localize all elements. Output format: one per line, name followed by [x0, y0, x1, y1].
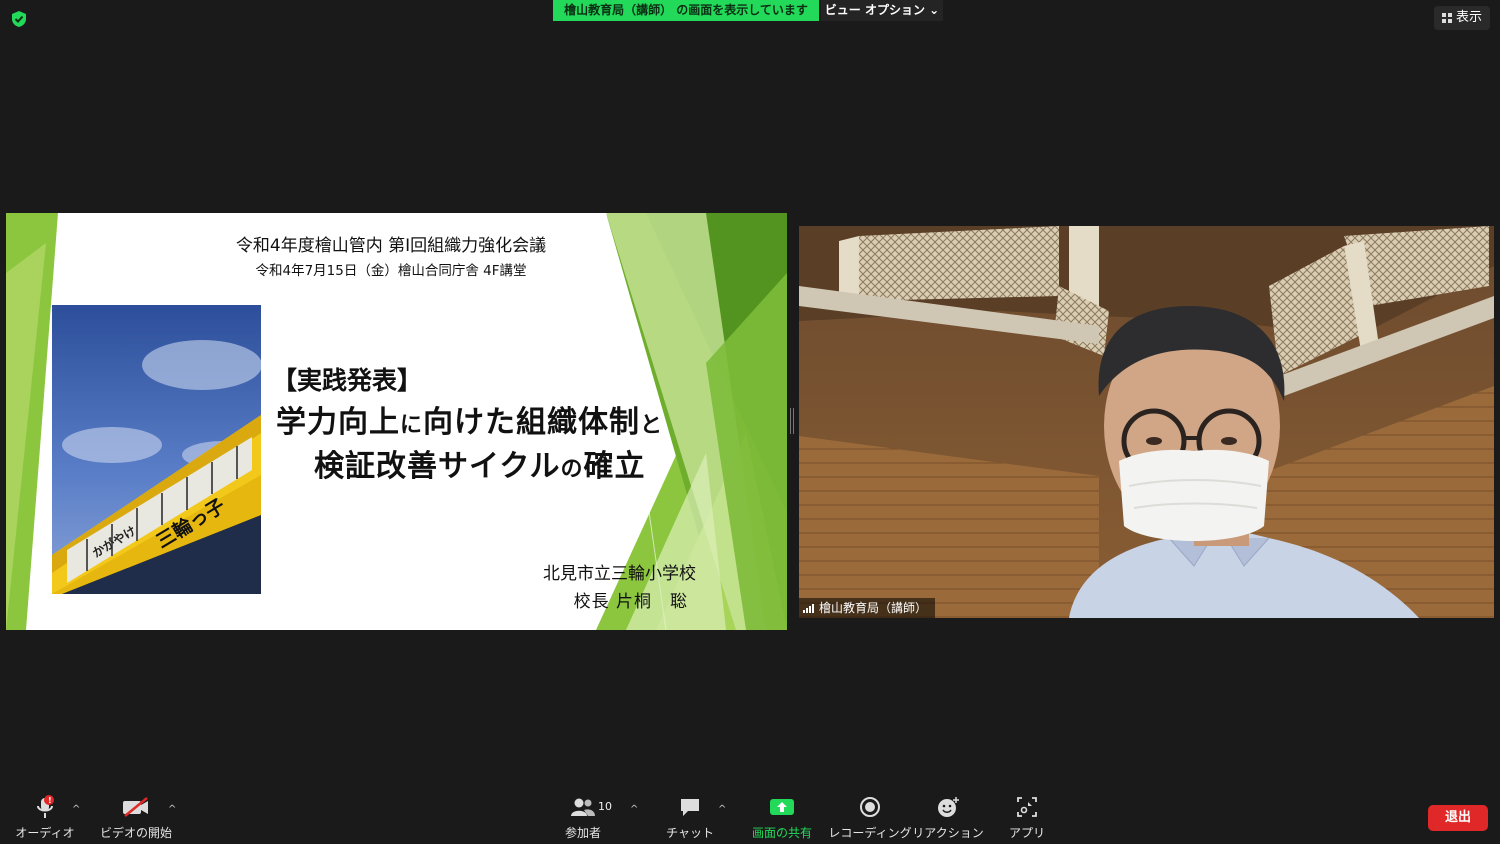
school-building-photo: かがやけ 三輪っ子 — [52, 305, 261, 594]
split-view-handle[interactable] — [790, 408, 795, 434]
start-video-button[interactable]: ビデオの開始 — [100, 792, 173, 844]
chat-label: チャット — [666, 826, 714, 840]
share-screen-button[interactable]: 画面の共有 — [750, 792, 814, 844]
view-options-button[interactable]: ビュー オプション ⌄ — [821, 0, 943, 21]
display-button-label: 表示 — [1455, 10, 1482, 25]
apps-button[interactable]: アプリ — [1009, 792, 1046, 844]
slide-header-line1: 令和4年度檜山管内 第Ⅰ回組織力強化会議 — [235, 236, 547, 256]
chat-icon — [678, 792, 702, 822]
apps-icon — [1016, 792, 1038, 822]
video-frame — [799, 226, 1494, 618]
slide-tag: 【実践発表】 — [272, 366, 423, 395]
share-screen-icon — [769, 792, 795, 822]
reaction-smiley-icon — [936, 792, 960, 822]
participant-name-tag: 檜山教育局（講師） — [799, 598, 936, 618]
slide-title-line2: 検証改善サイクルの確立 — [314, 449, 646, 484]
chat-options-caret[interactable]: ^ — [718, 804, 726, 815]
record-label: レコーディング — [828, 826, 912, 840]
participant-video: 檜山教育局（講師） — [799, 226, 1494, 618]
participant-name: 檜山教育局（講師） — [819, 601, 928, 615]
slide-title-line1: 学力向上に向けた組織体制と — [276, 405, 664, 440]
shared-slide: 令和4年度檜山管内 第Ⅰ回組織力強化会議 令和4年7月15日（金）檜山合同庁舎 … — [6, 213, 787, 630]
participants-label: 参加者 — [564, 826, 601, 840]
microphone-icon — [33, 792, 57, 822]
audio-badge: ! — [48, 796, 52, 805]
signal-strength-icon — [803, 603, 814, 613]
record-button[interactable]: レコーディング — [828, 792, 912, 844]
grid-icon — [1441, 13, 1452, 23]
audio-label: オーディオ — [15, 826, 75, 840]
slide-principal-name: 校長 片桐 聡 — [573, 592, 688, 612]
leave-meeting-button[interactable]: 退出 — [1428, 805, 1488, 831]
participants-count: 10 — [598, 800, 612, 813]
slide-school-name: 北見市立三輪小学校 — [543, 564, 696, 584]
reaction-label: リアクション — [912, 826, 984, 840]
meeting-toolbar: ! オーディオ ^ ビデオの開始 ^ 参加者 10 ^ チャット ^ 画面の共有… — [0, 792, 1500, 844]
participants-icon — [570, 792, 596, 822]
share-banner: 檜山教育局（講師） の画面を表示しています — [553, 0, 819, 21]
audio-button[interactable]: ! オーディオ — [15, 792, 75, 844]
participants-options-caret[interactable]: ^ — [630, 804, 638, 815]
video-options-caret[interactable]: ^ — [168, 804, 176, 815]
slide-header-line2: 令和4年7月15日（金）檜山合同庁舎 4F講堂 — [255, 263, 527, 279]
video-off-icon — [121, 792, 151, 822]
encryption-shield-icon[interactable] — [9, 9, 29, 29]
chat-button[interactable]: チャット — [666, 792, 714, 844]
display-button[interactable]: 表示 — [1433, 6, 1490, 30]
record-icon — [859, 792, 881, 822]
share-screen-label: 画面の共有 — [751, 826, 812, 840]
apps-label: アプリ — [1009, 826, 1046, 840]
audio-options-caret[interactable]: ^ — [72, 804, 80, 815]
reaction-button[interactable]: リアクション — [912, 792, 984, 844]
video-label: ビデオの開始 — [100, 826, 173, 840]
